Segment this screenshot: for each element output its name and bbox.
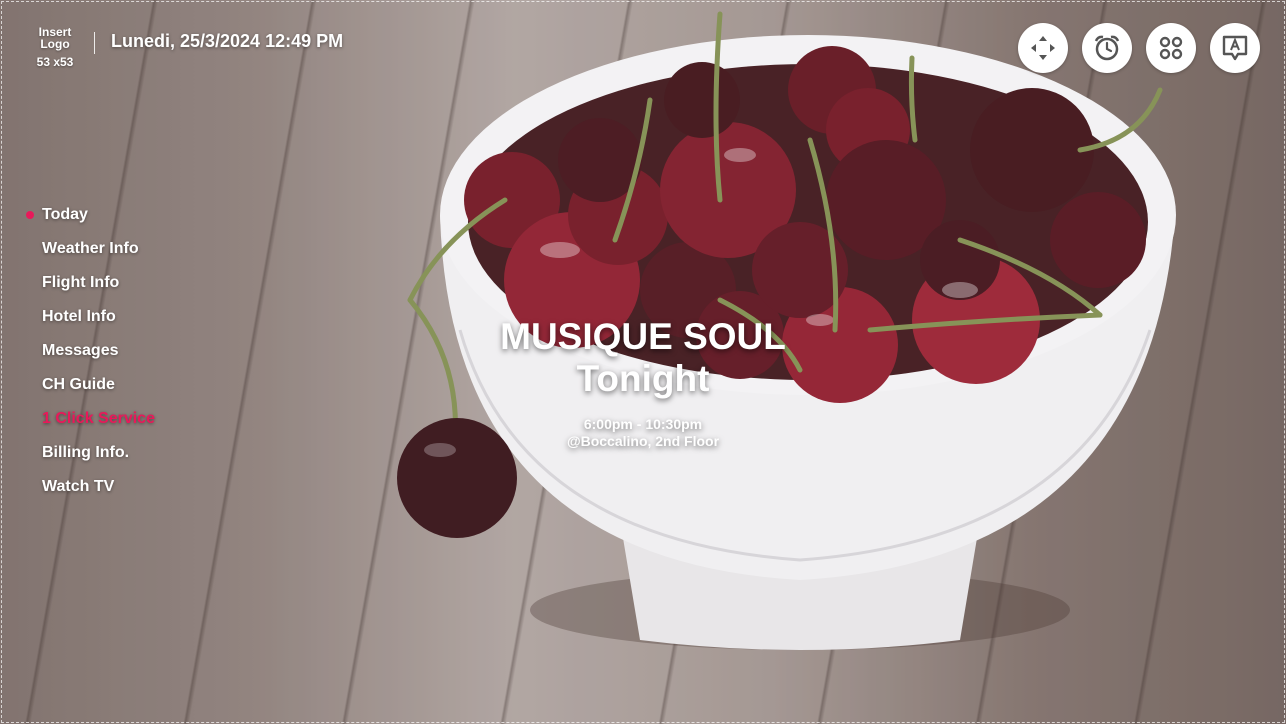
header-divider — [94, 32, 95, 54]
logo-size-text: 53 x53 — [36, 55, 74, 69]
promo-location: @Boccalino, 2nd Floor — [566, 433, 720, 449]
top-icon-bar — [1018, 23, 1260, 73]
logo-placeholder: Insert Logo 53 x53 — [28, 26, 82, 68]
date-time: Lunedi, 25/3/2024 12:49 PM — [111, 31, 344, 51]
apps-button[interactable] — [1146, 23, 1196, 73]
menu-item-1-click-service[interactable]: 1 Click Service — [24, 408, 155, 442]
alarm-clock-icon — [1094, 35, 1120, 61]
message-button[interactable] — [1210, 23, 1260, 73]
event-promo: MUSIQUE SOUL Tonight 6:00pm - 10:30pm @B… — [443, 316, 843, 450]
logo-text-line2: Logo — [40, 37, 70, 51]
promo-title: MUSIQUE SOUL — [500, 316, 786, 357]
menu-item-today[interactable]: Today — [24, 204, 155, 238]
alarm-button[interactable] — [1082, 23, 1132, 73]
menu-item-ch-guide[interactable]: CH Guide — [24, 374, 155, 408]
menu-item-flight-info[interactable]: Flight Info — [24, 272, 155, 306]
menu-item-billing-info[interactable]: Billing Info. — [24, 442, 155, 476]
promo-subtitle: Tonight — [576, 358, 710, 399]
move-arrows-button[interactable] — [1018, 23, 1068, 73]
apps-grid-icon — [1159, 36, 1183, 60]
menu-item-watch-tv[interactable]: Watch TV — [24, 476, 155, 510]
menu-item-hotel-info[interactable]: Hotel Info — [24, 306, 155, 340]
promo-time: 6:00pm - 10:30pm — [583, 416, 703, 432]
move-arrows-icon — [1031, 36, 1055, 60]
menu-item-weather-info[interactable]: Weather Info — [24, 238, 155, 272]
message-bubble-icon — [1222, 35, 1248, 61]
side-menu: Today Weather Info Flight Info Hotel Inf… — [24, 204, 155, 510]
menu-item-messages[interactable]: Messages — [24, 340, 155, 374]
